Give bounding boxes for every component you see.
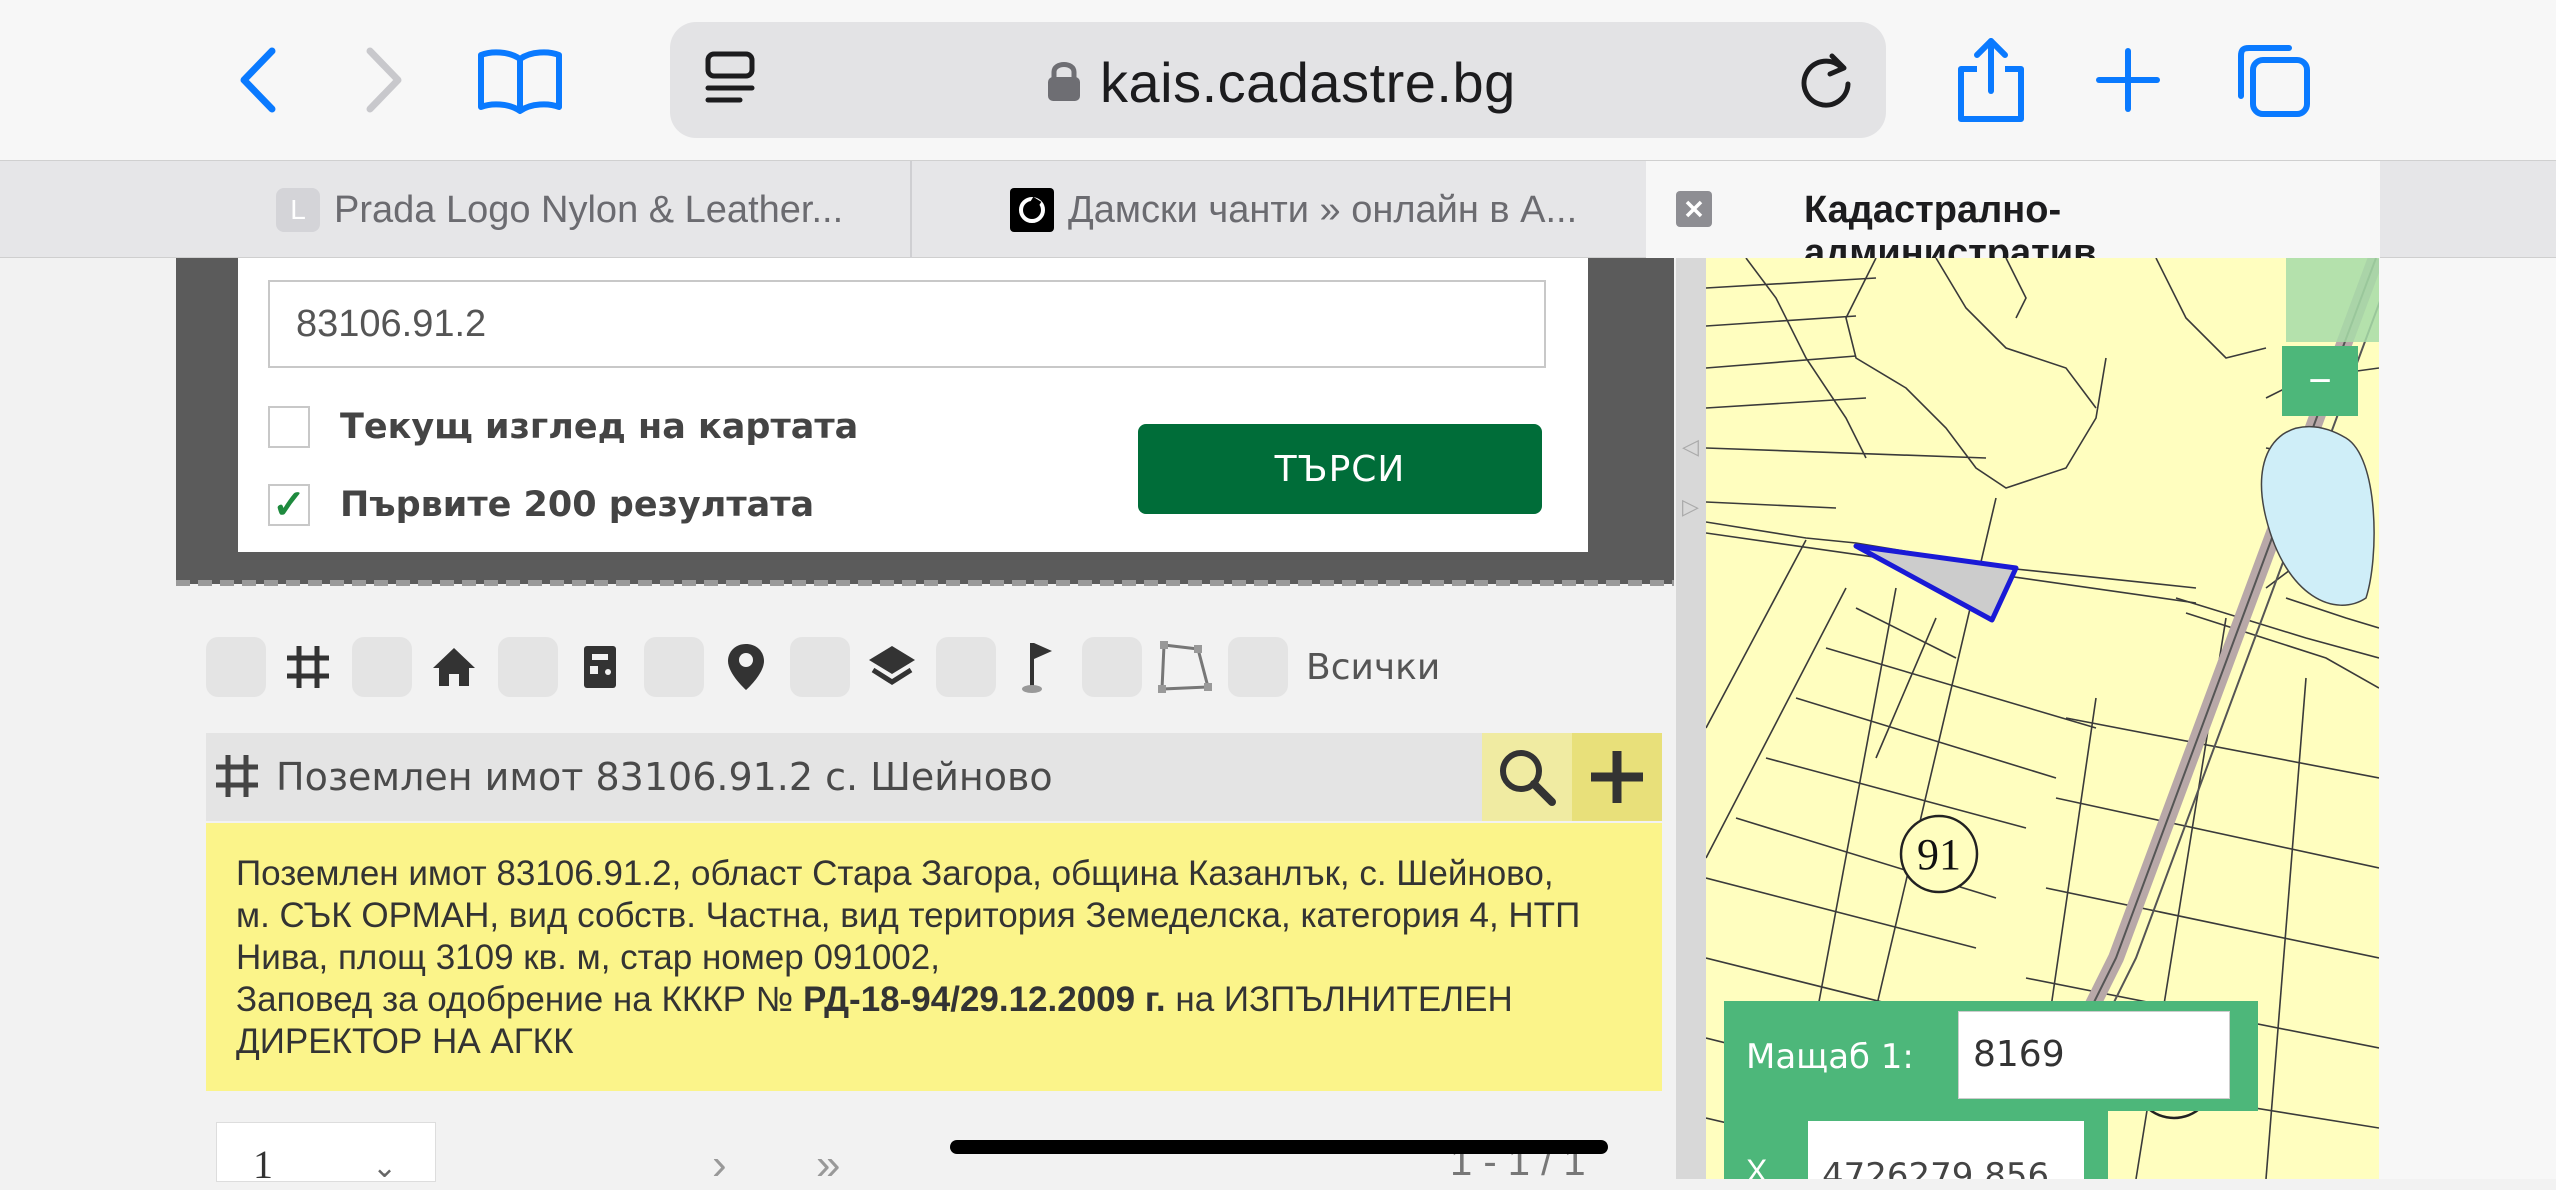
highlighted-parcel[interactable]	[1853, 543, 2019, 623]
search-form: 83106.91.2 Текущ изглед на картата ✓ Пър…	[238, 258, 1588, 552]
filter-toggle[interactable]	[206, 637, 266, 697]
coordinate-control: X 4726279.856	[1724, 1111, 2108, 1179]
search-input[interactable]: 83106.91.2	[268, 280, 1546, 368]
filter-toggle[interactable]	[790, 637, 850, 697]
order-number: РД-18-94/29.12.2009 г.	[802, 980, 1166, 1019]
back-button[interactable]	[220, 40, 300, 120]
share-button[interactable]	[1946, 38, 2036, 122]
first200-label: Първите 200 резултата	[340, 485, 815, 525]
map-edge	[2379, 258, 2556, 1179]
panel-splitter[interactable]	[1676, 258, 1706, 1179]
result-line: Нива, площ 3109 кв. м, стар номер 091002…	[236, 938, 940, 977]
search-button[interactable]: ТЪРСИ	[1138, 424, 1542, 514]
search-panel: 83106.91.2 Текущ изглед на картата ✓ Пър…	[176, 258, 1674, 584]
filter-row: Всички	[206, 634, 1440, 700]
x-coordinate-input[interactable]: 4726279.856	[1808, 1121, 2084, 1179]
result-line: Поземлен имот 83106.91.2, област Стара З…	[236, 854, 1554, 893]
zoom-to-result-button[interactable]	[1482, 733, 1572, 821]
scale-input[interactable]: 8169	[1958, 1011, 2230, 1099]
building-icon[interactable]	[570, 637, 630, 697]
location-pin-icon[interactable]	[716, 637, 776, 697]
search-icon	[1500, 750, 1556, 806]
collapse-left-icon[interactable]: ◁	[1682, 434, 1699, 460]
filter-toggle[interactable]	[644, 637, 704, 697]
plus-icon	[2096, 48, 2160, 112]
result-line: ДИРЕКТОР НА АГКК	[236, 1022, 574, 1061]
layers-icon[interactable]	[862, 637, 922, 697]
filter-toggle[interactable]	[1228, 637, 1288, 697]
tabs-overview-button[interactable]	[2228, 40, 2318, 120]
result-details: Поземлен имот 83106.91.2, област Стара З…	[206, 823, 1662, 1091]
scale-control: Мащаб 1: 8169	[1724, 1001, 2258, 1111]
current-view-checkbox[interactable]	[268, 406, 310, 448]
close-tab-icon[interactable]	[1676, 191, 1712, 227]
block-number: 91	[1917, 830, 1961, 879]
x-label: X	[1746, 1153, 1768, 1179]
filter-toggle[interactable]	[352, 637, 412, 697]
forward-button[interactable]	[342, 40, 422, 120]
result-line: м. СЪК ОРМАН, вид собств. Частна, вид те…	[236, 896, 1581, 935]
order-prefix: Заповед за одобрение на КККР №	[236, 980, 803, 1019]
tab-prada[interactable]: L Prada Logo Nylon & Leather...	[276, 161, 896, 259]
flag-icon[interactable]	[1008, 637, 1068, 697]
bookmarks-button[interactable]	[470, 40, 570, 120]
filter-toggle[interactable]	[1082, 637, 1142, 697]
add-result-button[interactable]	[1572, 733, 1662, 821]
result-line: Заповед за одобрение на КККР № РД-18-94/…	[236, 979, 1632, 1021]
tab-favicon-icon	[1010, 188, 1054, 232]
collapse-right-icon[interactable]: ▷	[1682, 494, 1699, 520]
tab-label: Prada Logo Nylon & Leather...	[334, 188, 844, 231]
check-mark-icon: ✓	[272, 483, 306, 527]
tabs-icon	[2238, 45, 2310, 117]
page-select[interactable]: 1	[216, 1122, 436, 1187]
last-page-button[interactable]: »	[816, 1140, 840, 1190]
chevron-right-icon	[366, 47, 402, 113]
share-icon	[1958, 38, 2024, 122]
order-suffix: на ИЗПЪЛНИТЕЛЕН	[1165, 980, 1513, 1019]
chevron-down-icon: ⌄	[372, 1151, 398, 1184]
home-indicator	[950, 1140, 1608, 1154]
filter-toggle[interactable]	[498, 637, 558, 697]
result-title: Поземлен имот 83106.91.2 с. Шейново	[276, 755, 1053, 799]
plus-icon	[1591, 751, 1643, 803]
current-view-option[interactable]: Текущ изглед на картата	[268, 406, 858, 448]
current-view-label: Текущ изглед на картата	[340, 407, 859, 447]
first200-checkbox[interactable]: ✓	[268, 483, 310, 527]
grid-icon	[214, 753, 260, 804]
grid-icon[interactable]	[278, 637, 338, 697]
tab-strip: L Prada Logo Nylon & Leather... Дамски ч…	[0, 160, 2556, 274]
new-tab-button[interactable]	[2088, 40, 2168, 120]
filter-toggle[interactable]	[936, 637, 996, 697]
browser-toolbar: kais.cadastre.bg	[0, 0, 2556, 160]
scale-label: Мащаб 1:	[1746, 1037, 1914, 1077]
reader-icon[interactable]	[700, 48, 760, 117]
book-icon	[478, 49, 562, 114]
next-page-button[interactable]: ›	[712, 1140, 727, 1190]
tab-handbags[interactable]: Дамски чанти » онлайн в А...	[1010, 161, 1650, 259]
result-header[interactable]: Поземлен имот 83106.91.2 с. Шейново	[206, 733, 1662, 821]
first200-option[interactable]: ✓ Първите 200 резултата	[268, 483, 815, 527]
tab-label: Дамски чанти » онлайн в А...	[1068, 188, 1578, 231]
polygon-icon[interactable]	[1154, 637, 1214, 697]
lock-icon	[1046, 60, 1082, 107]
all-filter-label[interactable]: Всички	[1306, 647, 1440, 688]
home-icon[interactable]	[424, 637, 484, 697]
zoom-out-button[interactable]: −	[2282, 346, 2358, 416]
reload-icon[interactable]	[1794, 48, 1858, 117]
address-bar[interactable]: kais.cadastre.bg	[670, 22, 1886, 138]
tab-cadastre[interactable]: Кадастрално-административ...	[1646, 161, 2380, 274]
url-text: kais.cadastre.bg	[1100, 51, 1516, 114]
tab-favicon: L	[276, 188, 320, 232]
chevron-left-icon	[240, 47, 276, 113]
tab-separator	[910, 161, 912, 259]
separator	[176, 580, 1674, 586]
